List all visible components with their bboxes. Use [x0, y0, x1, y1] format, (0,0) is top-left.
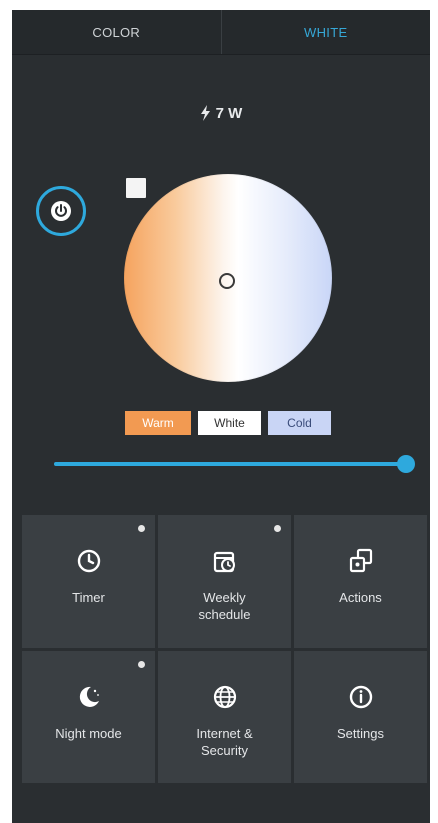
badge-dot [138, 525, 145, 532]
power-value: 7 W [215, 104, 243, 122]
wheel-cursor[interactable] [219, 273, 235, 289]
badge-dot [138, 660, 145, 668]
preset-white-button[interactable]: White [198, 411, 261, 435]
temperature-presets: Warm White Cold [125, 411, 331, 435]
slider-thumb[interactable] [397, 455, 415, 473]
bolt-icon [200, 105, 210, 121]
tab-color[interactable]: COLOR [12, 10, 221, 54]
globe-icon [213, 685, 236, 708]
tile-label: Internet & Security [196, 725, 253, 758]
tab-white[interactable]: WHITE [220, 10, 431, 54]
slider-fill [54, 462, 406, 466]
tile-label: Weekly schedule [198, 590, 251, 622]
actions-tile[interactable]: Actions [294, 515, 427, 648]
tile-label: Settings [337, 725, 384, 741]
night-mode-tile[interactable]: Night mode [22, 650, 155, 783]
white-swatch[interactable] [126, 178, 146, 198]
badge-dot [274, 525, 281, 532]
weekly-schedule-tile[interactable]: Weekly schedule [158, 515, 291, 648]
tile-label: Actions [339, 590, 382, 605]
moon-icon [79, 686, 99, 707]
tile-label: Timer [72, 590, 105, 605]
settings-tile[interactable]: Settings [294, 650, 427, 783]
preset-cold-button[interactable]: Cold [268, 411, 331, 435]
clock-icon [77, 549, 100, 573]
app-screen: COLOR WHITE 7 W Warm White Cold Timer We… [12, 10, 430, 823]
feature-grid: Timer Weekly schedule Actions Night mode… [22, 515, 427, 783]
mode-tabs: COLOR WHITE [12, 10, 430, 55]
power-button[interactable] [36, 186, 86, 236]
brightness-slider[interactable] [54, 455, 415, 473]
info-icon [349, 685, 372, 708]
internet-security-tile[interactable]: Internet & Security [158, 650, 291, 783]
tile-label: Night mode [55, 725, 122, 741]
power-readout: 7 W [12, 103, 430, 123]
timer-tile[interactable]: Timer [22, 515, 155, 648]
weekly-schedule-icon [213, 551, 235, 573]
preset-warm-button[interactable]: Warm [125, 411, 191, 435]
power-icon [51, 201, 71, 221]
actions-icon [349, 548, 372, 573]
